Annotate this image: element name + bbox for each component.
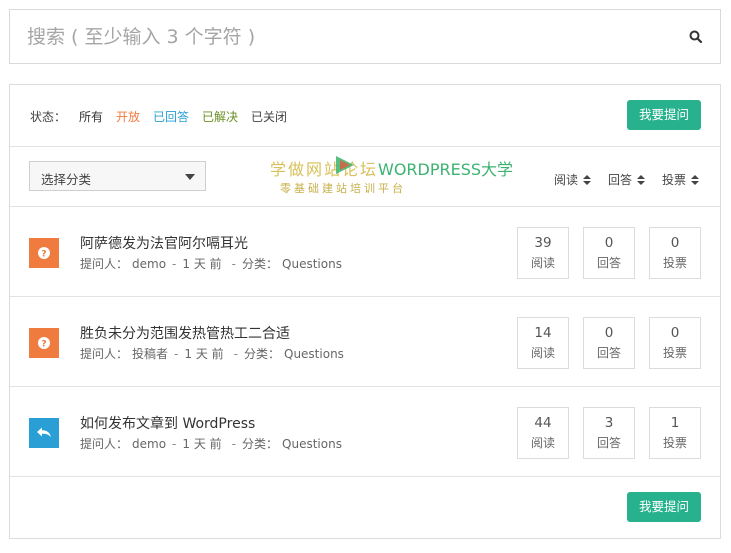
sort-by-views[interactable]: 阅读	[554, 171, 592, 188]
category-link[interactable]: Questions	[282, 437, 342, 451]
question-row: ? 胜负未分为范围发热管热工二合适 提问人： 投稿者 -1 天 前 - 分类： Quest…	[10, 297, 720, 387]
status-filter-closed[interactable]: 已关闭	[251, 108, 287, 125]
question-time: 1 天 前	[182, 257, 222, 271]
svg-text:?: ?	[41, 250, 46, 260]
status-bar: 状态： 所有 开放 已回答 已解决 已关闭 我要提问	[10, 85, 720, 147]
views-count: 44 阅读	[517, 407, 569, 459]
sort-label: 阅读	[554, 173, 579, 187]
sort-by-votes[interactable]: 投票	[662, 171, 700, 188]
search-icon[interactable]	[686, 27, 706, 47]
reply-icon	[29, 418, 59, 448]
question-time: 1 天 前	[184, 347, 224, 361]
question-meta: 提问人： demo -1 天 前 - 分类： Questions	[80, 437, 342, 451]
question-row: 如何发布文章到 WordPress 提问人： demo -1 天 前 - 分类： Ques…	[10, 387, 720, 477]
asker-label: 提问人：	[80, 347, 129, 361]
ask-question-button[interactable]: 我要提问	[627, 100, 701, 130]
category-label: 分类：	[242, 257, 279, 271]
asker-link[interactable]: demo	[132, 257, 166, 271]
sort-arrows-icon	[583, 174, 592, 185]
status-filter-answered[interactable]: 已回答	[153, 108, 189, 125]
search-box	[9, 9, 721, 64]
sort-label: 回答	[608, 173, 633, 187]
views-count: 39 阅读	[517, 227, 569, 279]
status-filter-open[interactable]: 开放	[116, 108, 140, 125]
filter-row: 选择分类 阅读 回答 投票	[10, 147, 720, 207]
question-row: ? 阿萨德发为法官阿尔嗝耳光 提问人： demo -1 天 前 - 分类： Questio…	[10, 207, 720, 297]
answers-count: 0 回答	[583, 317, 635, 369]
category-select[interactable]: 选择分类	[29, 161, 206, 191]
asker-label: 提问人：	[80, 437, 129, 451]
answers-count: 0 回答	[583, 227, 635, 279]
question-meta: 提问人： 投稿者 -1 天 前 - 分类： Questions	[80, 347, 344, 361]
status-filter-all[interactable]: 所有	[79, 108, 103, 125]
question-meta: 提问人： demo -1 天 前 - 分类： Questions	[80, 257, 342, 271]
votes-count: 0 投票	[649, 227, 701, 279]
question-time: 1 天 前	[182, 437, 222, 451]
question-icon: ?	[29, 328, 59, 358]
asker-label: 提问人：	[80, 257, 129, 271]
votes-count: 0 投票	[649, 317, 701, 369]
question-title[interactable]: 如何发布文章到 WordPress	[80, 413, 255, 433]
status-label: 状态：	[30, 110, 67, 124]
category-label: 分类：	[243, 347, 280, 361]
category-label: 分类：	[242, 437, 279, 451]
ask-question-button-footer[interactable]: 我要提问	[627, 492, 701, 522]
views-count: 14 阅读	[517, 317, 569, 369]
votes-count: 1 投票	[649, 407, 701, 459]
category-link[interactable]: Questions	[282, 257, 342, 271]
asker-link[interactable]: demo	[132, 437, 166, 451]
chevron-down-icon	[185, 174, 195, 180]
svg-text:?: ?	[41, 340, 46, 350]
questions-panel: 状态： 所有 开放 已回答 已解决 已关闭 我要提问 选择分类 阅读 回答 投票…	[9, 84, 721, 539]
answers-count: 3 回答	[583, 407, 635, 459]
search-input[interactable]	[10, 10, 670, 63]
sort-arrows-icon	[691, 174, 700, 185]
sort-by-answers[interactable]: 回答	[608, 171, 646, 188]
question-icon: ?	[29, 238, 59, 268]
status-filter-resolved[interactable]: 已解决	[202, 108, 238, 125]
sort-arrows-icon	[637, 174, 646, 185]
category-link[interactable]: Questions	[284, 347, 344, 361]
asker-link[interactable]: 投稿者	[132, 347, 168, 361]
question-title[interactable]: 阿萨德发为法官阿尔嗝耳光	[80, 233, 248, 253]
category-select-label: 选择分类	[41, 172, 92, 187]
question-title[interactable]: 胜负未分为范围发热管热工二合适	[80, 323, 290, 343]
sort-label: 投票	[662, 173, 687, 187]
